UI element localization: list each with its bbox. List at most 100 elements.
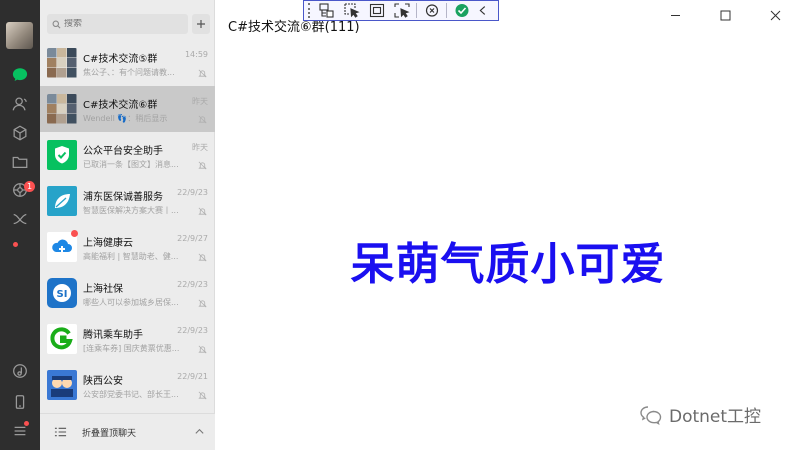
chat-list-item[interactable]: 公众平台安全助手 昨天 已取消一条【图文】消息... — [40, 132, 215, 178]
chat-time: 昨天 — [192, 143, 208, 152]
wechat-official-account-icon — [640, 405, 662, 425]
mute-bell-icon — [198, 253, 207, 262]
banner-text: 呆萌气质小可爱 — [350, 239, 666, 290]
collapse-toolbar-button[interactable] — [476, 2, 490, 19]
mute-bell-icon — [198, 161, 207, 170]
hot-reload-icon — [425, 4, 438, 17]
watermark-text: Dotnet工控 — [669, 407, 762, 427]
search-icon — [52, 20, 61, 28]
chat-preview: 焦公子、：有个问题请教... — [83, 68, 175, 77]
mute-bell-icon — [198, 345, 207, 354]
contacts-icon[interactable] — [9, 93, 31, 115]
chat-name: 公众平台安全助手 — [83, 146, 163, 157]
search-input[interactable] — [64, 19, 174, 29]
chat-time: 22/9/21 — [177, 372, 208, 381]
chat-time: 22/9/23 — [177, 326, 208, 335]
chat-time: 22/9/23 — [177, 188, 208, 197]
add-chat-button[interactable] — [192, 14, 210, 34]
chat-name: 陕西公安 — [83, 376, 123, 387]
leaf-avatar — [47, 186, 77, 216]
minimize-button[interactable] — [650, 0, 700, 30]
track-focus-button[interactable] — [391, 2, 412, 19]
chat-preview: 公安部党委书记、部长王... — [83, 390, 179, 399]
display-adorners-icon — [369, 3, 384, 18]
group-grid-avatar-a — [47, 48, 77, 78]
select-element-button[interactable] — [341, 2, 362, 19]
chat-window: C#技术交流⑥群(111) 呆萌气质小可爱 Dotnet工控 — [216, 0, 800, 450]
chat-list-item[interactable]: SI 上海社保 22/9/23 哪些人可以参加城乡居保... — [40, 270, 215, 316]
live-visual-tree-button[interactable] — [316, 2, 337, 19]
moments-badge: 1 — [24, 181, 35, 192]
police-avatar — [47, 370, 77, 400]
unread-dot — [71, 230, 78, 237]
g-logo-avatar — [47, 324, 77, 354]
chat-name: 上海社保 — [83, 284, 123, 295]
notification-dot — [13, 242, 18, 247]
mute-bell-icon — [198, 69, 207, 78]
fold-pinned-bar[interactable]: 折叠置顶聊天 — [40, 413, 215, 450]
chat-list-item[interactable]: C#技术交流⑥群 昨天 Wendell 👣：稍后显示 — [40, 86, 215, 132]
chat-list-item[interactable]: 上海健康云 22/9/27 高能福利 | 智慧助老、健... — [40, 224, 215, 270]
chat-list-item[interactable]: 腾讯乘车助手 22/9/23 [连乘车券] 国庆黄票优惠... — [40, 316, 215, 362]
collapse-icon — [479, 6, 486, 15]
mute-bell-icon — [198, 299, 207, 308]
close-button[interactable] — [750, 0, 800, 30]
chat-icon[interactable] — [9, 64, 31, 86]
live-visual-tree-icon — [318, 3, 334, 18]
shield-check-avatar — [47, 140, 77, 170]
binding-check-button[interactable] — [451, 2, 472, 19]
chat-preview: 智慧医保解决方案大赛丨... — [83, 206, 179, 215]
chat-list-item[interactable]: 陕西公安 22/9/21 公安部党委书记、部长王... — [40, 362, 215, 408]
chevron-up-icon[interactable] — [194, 426, 205, 437]
maximize-button[interactable] — [700, 0, 750, 30]
mini-program-icon[interactable] — [9, 208, 31, 230]
chat-time: 22/9/23 — [177, 280, 208, 289]
display-adorners-button[interactable] — [366, 2, 387, 19]
chat-time: 昨天 — [192, 97, 208, 106]
phone-icon[interactable] — [9, 391, 31, 413]
list-icon — [54, 427, 67, 437]
toolbar-grip[interactable] — [308, 3, 312, 18]
mute-bell-icon — [198, 391, 207, 400]
svg-text:SI: SI — [57, 289, 68, 300]
chat-preview: Wendell 👣：稍后显示 — [83, 114, 168, 123]
window-controls — [650, 0, 800, 30]
cube-icon[interactable] — [9, 122, 31, 144]
select-element-icon — [343, 3, 360, 18]
chat-list-item[interactable]: 浦东医保诚善服务 22/9/23 智慧医保解决方案大赛丨... — [40, 178, 215, 224]
close-icon — [770, 10, 780, 20]
si-avatar: SI — [47, 278, 77, 308]
plus-icon — [197, 20, 205, 28]
chat-time: 22/9/27 — [177, 234, 208, 243]
folder-icon[interactable] — [9, 151, 31, 173]
xaml-debug-toolbar — [303, 0, 499, 21]
watermark: Dotnet工控 — [639, 402, 761, 427]
chat-name: 上海健康云 — [83, 238, 133, 249]
mute-bell-icon — [198, 115, 207, 124]
chat-list-panel: C#技术交流⑤群 14:59 焦公子、：有个问题请教... C#技术交流⑥群 昨… — [40, 0, 215, 450]
chat-name: 腾讯乘车助手 — [83, 330, 143, 341]
chat-preview: 哪些人可以参加城乡居保... — [83, 298, 179, 307]
group-grid-avatar-b — [47, 94, 77, 124]
menu-notification-dot — [24, 421, 29, 426]
navigation-rail: 1 — [0, 0, 40, 450]
hot-reload-button[interactable] — [421, 2, 442, 19]
chat-name: 浦东医保诚善服务 — [83, 192, 163, 203]
user-avatar[interactable] — [6, 22, 33, 49]
toolbar-separator — [416, 3, 417, 18]
chat-preview: 高能福利 | 智慧助老、健... — [83, 252, 179, 261]
toolbar-separator-2 — [446, 3, 447, 18]
music-icon[interactable] — [9, 360, 31, 382]
chat-name: C#技术交流⑥群 — [83, 100, 158, 111]
track-focus-icon — [393, 3, 410, 18]
chat-list: C#技术交流⑤群 14:59 焦公子、：有个问题请教... C#技术交流⑥群 昨… — [40, 40, 215, 413]
chat-list-item[interactable]: C#技术交流⑤群 14:59 焦公子、：有个问题请教... — [40, 40, 215, 86]
minimize-icon — [670, 14, 680, 16]
search-box[interactable] — [47, 14, 188, 34]
chat-preview: [连乘车券] 国庆黄票优惠... — [83, 344, 180, 353]
chat-preview: 已取消一条【图文】消息... — [83, 160, 179, 169]
chat-time: 14:59 — [184, 50, 208, 59]
chat-name: C#技术交流⑤群 — [83, 54, 158, 65]
fold-pinned-label: 折叠置顶聊天 — [82, 429, 137, 439]
binding-check-icon — [455, 4, 468, 17]
